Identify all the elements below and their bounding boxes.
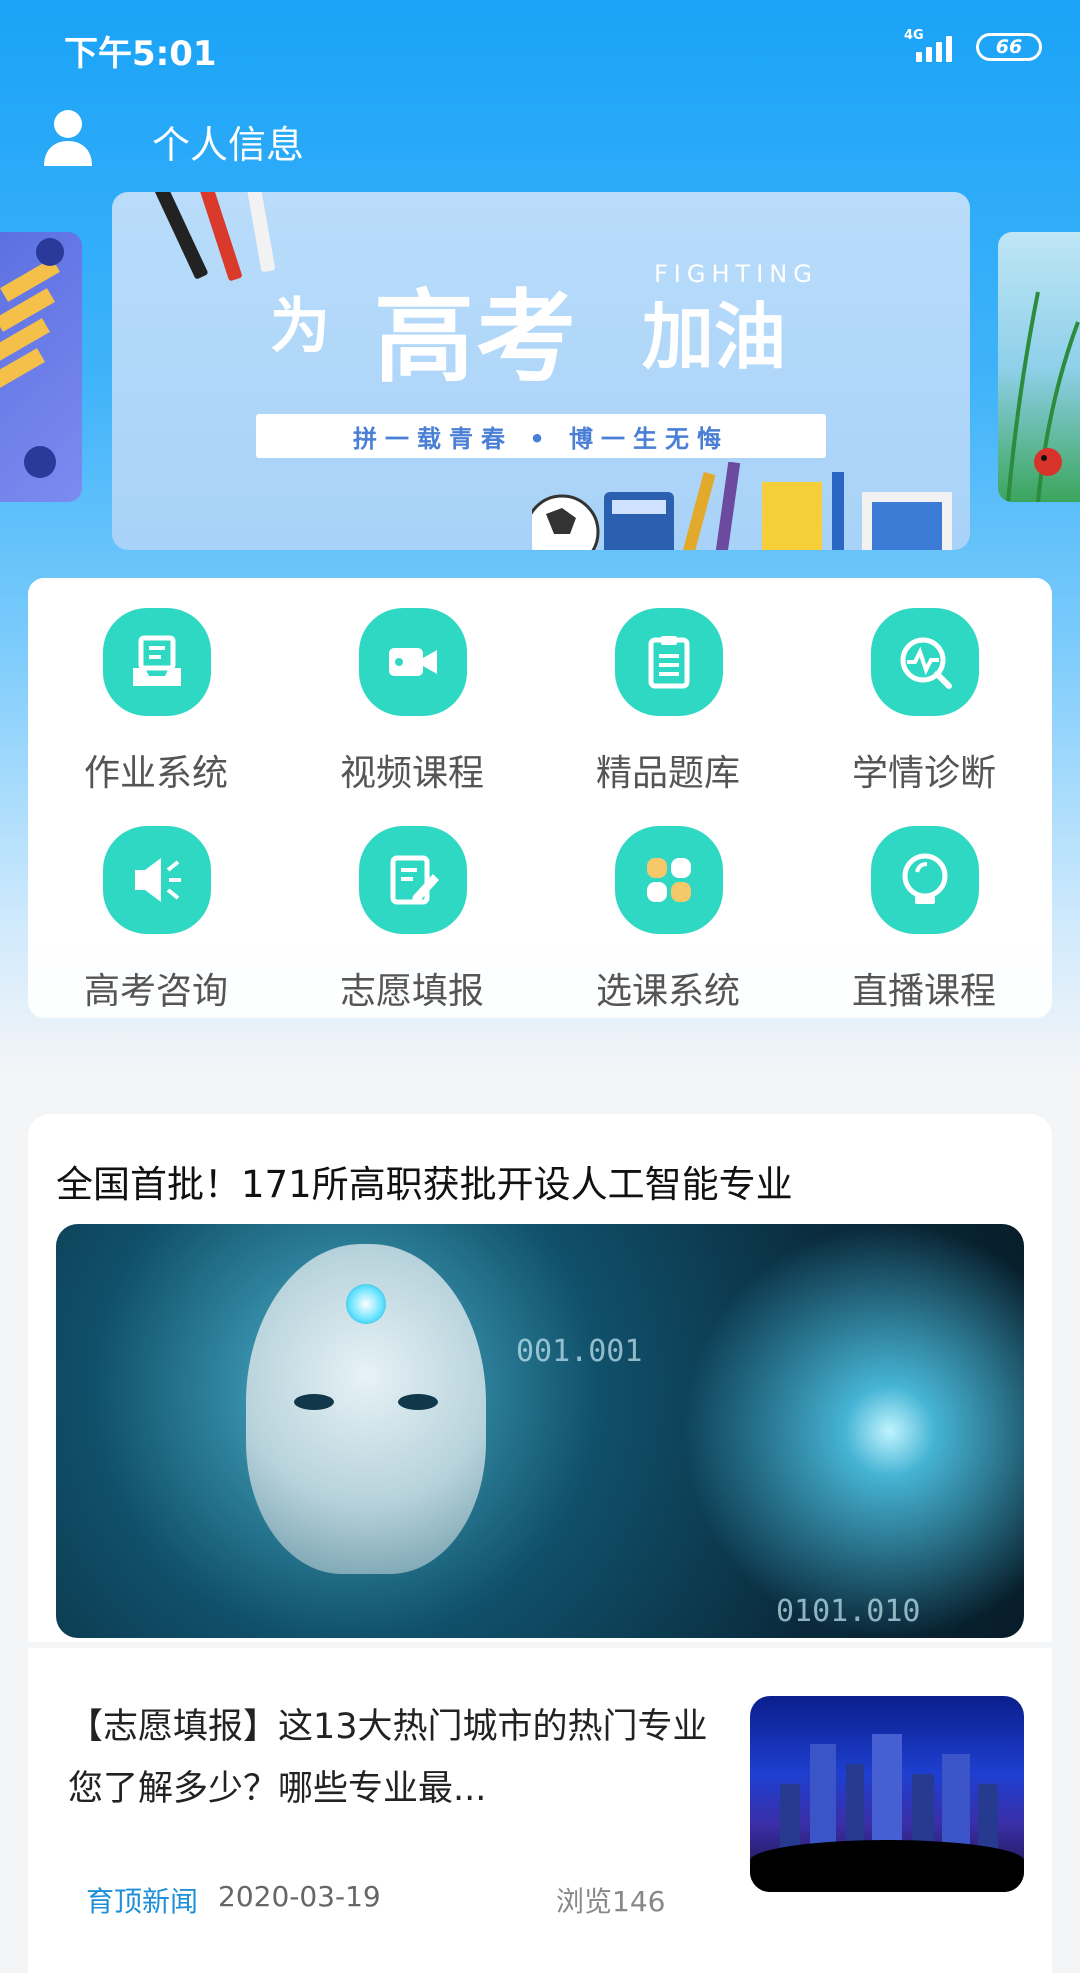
feature-live-course[interactable]: 直播课程 bbox=[796, 796, 1052, 1012]
feature-label: 高考咨询 bbox=[83, 971, 228, 1012]
news-headline[interactable]: 全国首批！171所高职获批开设人工智能专业 bbox=[56, 1154, 793, 1208]
feature-course-selection[interactable]: 选课系统 bbox=[540, 796, 796, 1012]
feature-consulting[interactable]: 高考咨询 bbox=[28, 796, 284, 1012]
feature-label: 作业系统 bbox=[83, 753, 228, 794]
feature-label: 视频课程 bbox=[339, 753, 484, 794]
divider bbox=[28, 1642, 1052, 1648]
feature-application[interactable]: 志愿填报 bbox=[284, 796, 540, 1012]
robot-eye bbox=[398, 1394, 438, 1410]
feature-label: 学情诊断 bbox=[851, 753, 996, 794]
feature-question-bank[interactable]: 精品题库 bbox=[540, 578, 796, 794]
feature-homework[interactable]: 作业系统 bbox=[28, 578, 284, 794]
hero-binary-text: 0101.010 bbox=[776, 1594, 921, 1629]
news-views: 浏览146 bbox=[556, 1885, 666, 1918]
network-type: 4G bbox=[904, 28, 924, 43]
grid-apps-icon[interactable] bbox=[615, 826, 723, 934]
person-icon[interactable] bbox=[42, 108, 94, 168]
banner-slide-next[interactable] bbox=[998, 232, 1080, 502]
pencil-decoration bbox=[149, 192, 209, 280]
status-bar: 下午5:01 4G 66 bbox=[0, 0, 1080, 95]
lightbulb-icon[interactable] bbox=[871, 826, 979, 934]
feature-diagnosis[interactable]: 学情诊断 bbox=[796, 578, 1052, 794]
news-source: 育顶新闻 bbox=[86, 1885, 199, 1918]
feature-label: 直播课程 bbox=[851, 971, 996, 1012]
megaphone-icon[interactable] bbox=[103, 826, 211, 934]
news-date: 2020-03-19 bbox=[218, 1880, 381, 1913]
feature-label: 志愿填报 bbox=[339, 971, 484, 1012]
pencil-decoration bbox=[242, 192, 276, 273]
banner-slide-current[interactable]: 为 高考 FIGHTING 加油 拼一载青春 • 博一生无悔 bbox=[112, 192, 970, 550]
video-camera-icon[interactable] bbox=[359, 608, 467, 716]
banner-text-big: 高考 bbox=[374, 279, 578, 396]
news-item-thumbnail[interactable] bbox=[750, 1696, 1024, 1892]
feature-grid: 作业系统 视频课程 精品题库 学情诊断 高考咨询 志愿填报 选课系统 直播课程 bbox=[28, 578, 1052, 1018]
banner-ribbon: 拼一载青春 • 博一生无悔 bbox=[256, 414, 826, 458]
feature-label: 精品题库 bbox=[595, 753, 740, 794]
banner-carousel[interactable]: 为 高考 FIGHTING 加油 拼一载青春 • 博一生无悔 bbox=[0, 192, 1080, 552]
forehead-gem bbox=[346, 1284, 386, 1324]
clipboard-list-icon[interactable] bbox=[615, 608, 723, 716]
diagnosis-search-icon[interactable] bbox=[871, 608, 979, 716]
profile-header[interactable]: 个人信息 bbox=[0, 100, 1080, 180]
battery-level: 66 bbox=[995, 36, 1023, 58]
banner-text-mid: 加油 bbox=[642, 295, 787, 379]
battery-icon: 66 bbox=[976, 33, 1042, 61]
feature-video-course[interactable]: 视频课程 bbox=[284, 578, 540, 794]
news-feed: 全国首批！171所高职获批开设人工智能专业 001.001 0101.010 【… bbox=[28, 1114, 1052, 1973]
status-time: 下午5:01 bbox=[64, 34, 217, 74]
stationery-decoration bbox=[532, 462, 952, 550]
robot-eye bbox=[294, 1394, 334, 1410]
edit-document-icon[interactable] bbox=[359, 826, 467, 934]
crowd-silhouette bbox=[750, 1840, 1024, 1892]
profile-title[interactable]: 个人信息 bbox=[152, 114, 304, 169]
robot-face bbox=[246, 1244, 486, 1574]
network-glow bbox=[576, 1224, 1024, 1638]
inbox-document-icon[interactable] bbox=[103, 608, 211, 716]
news-item-title[interactable]: 【志愿填报】这13大热门城市的热门专业您了解多少？哪些专业最... bbox=[68, 1696, 708, 1820]
news-hero-image[interactable]: 001.001 0101.010 bbox=[56, 1224, 1024, 1638]
feature-label: 选课系统 bbox=[595, 971, 740, 1012]
hero-binary-text: 001.001 bbox=[516, 1334, 643, 1369]
signal-icon: 4G bbox=[902, 28, 960, 62]
banner-text-small: 为 bbox=[270, 292, 330, 362]
banner-slide-prev[interactable] bbox=[0, 232, 82, 502]
